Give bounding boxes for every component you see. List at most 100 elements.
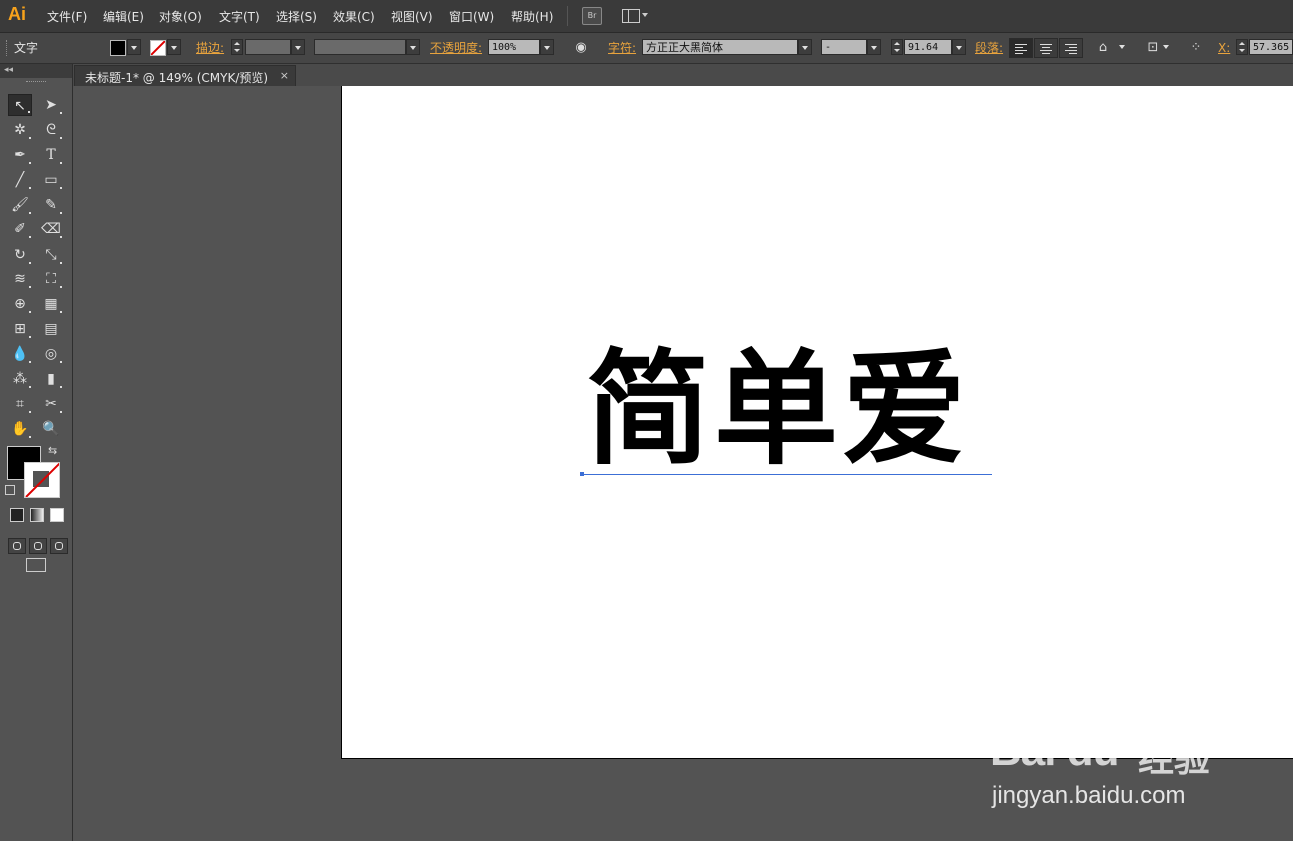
menu-window[interactable]: 窗口(W) bbox=[449, 8, 494, 25]
free-transform-tool-icon[interactable]: ⛶ bbox=[39, 268, 63, 290]
stroke-label[interactable]: 描边: bbox=[196, 39, 224, 57]
menu-type[interactable]: 文字(T) bbox=[219, 8, 260, 25]
grip-icon bbox=[6, 40, 9, 56]
watermark-url: jingyan.baidu.com bbox=[992, 782, 1186, 809]
bridge-button[interactable]: Br bbox=[582, 7, 602, 25]
menu-view[interactable]: 视图(V) bbox=[391, 8, 433, 25]
document-tab[interactable]: 未标题-1* @ 149% (CMYK/预览) × bbox=[74, 65, 296, 86]
text-anchor-point[interactable] bbox=[580, 472, 584, 476]
font-family-dropdown[interactable] bbox=[798, 39, 812, 55]
screen-mode-icon[interactable] bbox=[26, 558, 46, 572]
x-coordinate-stepper[interactable] bbox=[1236, 39, 1248, 55]
menu-bar: Ai 文件(F) 编辑(E) 对象(O) 文字(T) 选择(S) 效果(C) 视… bbox=[0, 0, 1293, 33]
font-style-dropdown[interactable] bbox=[867, 39, 881, 55]
color-mode-icon[interactable] bbox=[10, 508, 24, 522]
workspace-switcher-button[interactable] bbox=[622, 8, 650, 24]
artboard-tool-icon[interactable]: ⌗ bbox=[8, 393, 32, 415]
align-center-button[interactable] bbox=[1034, 38, 1058, 58]
blend-tool-icon[interactable]: ◎ bbox=[39, 343, 63, 365]
variable-width-profile-field[interactable] bbox=[314, 39, 406, 55]
align-right-button[interactable] bbox=[1059, 38, 1083, 58]
reference-point-icon[interactable]: ⊡ bbox=[1145, 40, 1161, 56]
recolor-artwork-icon[interactable]: ◉ bbox=[573, 40, 589, 56]
x-coordinate-field[interactable]: 57.365 bbox=[1249, 39, 1293, 55]
font-family-field[interactable]: 方正正大黑简体 bbox=[642, 39, 798, 55]
close-icon[interactable]: × bbox=[280, 69, 289, 82]
align-left-button[interactable] bbox=[1009, 38, 1033, 58]
stroke-weight-dropdown[interactable] bbox=[291, 39, 305, 55]
app-logo: Ai bbox=[8, 4, 26, 24]
draw-normal-icon[interactable] bbox=[8, 538, 26, 554]
pen-tool-icon[interactable]: ✒ bbox=[8, 144, 32, 166]
paragraph-label[interactable]: 段落: bbox=[975, 39, 1003, 57]
character-label[interactable]: 字符: bbox=[608, 39, 636, 57]
slice-tool-icon[interactable]: ✂ bbox=[39, 393, 63, 415]
draw-inside-icon[interactable] bbox=[50, 538, 68, 554]
watermark-cn-text: 经验 bbox=[1138, 739, 1211, 780]
rectangle-tool-icon[interactable]: ▭ bbox=[39, 169, 63, 191]
width-tool-icon[interactable]: ≋ bbox=[8, 268, 32, 290]
lasso-tool-icon[interactable]: ᘓ bbox=[39, 119, 63, 141]
column-graph-tool-icon[interactable]: ▮ bbox=[39, 368, 63, 390]
x-coordinate-label[interactable]: X: bbox=[1218, 39, 1230, 57]
stroke-weight-field[interactable] bbox=[245, 39, 291, 55]
opacity-dropdown[interactable] bbox=[540, 39, 554, 55]
direct-selection-tool-icon[interactable]: ➤ bbox=[39, 94, 63, 116]
stroke-dropdown[interactable] bbox=[167, 39, 181, 55]
shape-builder-tool-icon[interactable]: ⊕ bbox=[8, 293, 32, 315]
menu-separator bbox=[567, 6, 568, 26]
transform-grid-icon[interactable]: ⁘ bbox=[1188, 40, 1204, 56]
artboard[interactable]: 简单爱 bbox=[341, 86, 1293, 759]
type-tool-icon[interactable]: T bbox=[39, 144, 63, 166]
symbol-sprayer-tool-icon[interactable]: ⁂ bbox=[8, 368, 32, 390]
stroke-color-swatch[interactable] bbox=[150, 40, 166, 56]
opacity-label[interactable]: 不透明度: bbox=[430, 39, 482, 57]
selection-tool-icon[interactable]: ↖ bbox=[8, 94, 32, 116]
line-segment-tool-icon[interactable]: ╱ bbox=[8, 169, 32, 191]
font-size-dropdown[interactable] bbox=[952, 39, 966, 55]
variable-width-dropdown[interactable] bbox=[406, 39, 420, 55]
default-colors-icon[interactable] bbox=[5, 485, 15, 495]
menu-select[interactable]: 选择(S) bbox=[276, 8, 317, 25]
fill-color-swatch[interactable] bbox=[110, 40, 126, 56]
rotate-tool-icon[interactable]: ↻ bbox=[8, 244, 32, 266]
blob-brush-tool-icon[interactable]: ✐ bbox=[8, 218, 32, 240]
reference-point-dropdown[interactable] bbox=[1160, 39, 1174, 55]
hand-tool-icon[interactable]: ✋ bbox=[8, 418, 32, 440]
font-size-field[interactable]: 91.64 bbox=[904, 39, 952, 55]
gradient-tool-icon[interactable]: ▤ bbox=[39, 318, 63, 340]
stroke-color-swatch[interactable] bbox=[24, 462, 60, 498]
eyedropper-tool-icon[interactable]: 💧 bbox=[8, 343, 32, 365]
menu-file[interactable]: 文件(F) bbox=[47, 8, 87, 25]
menu-edit[interactable]: 编辑(E) bbox=[103, 8, 144, 25]
stroke-weight-stepper[interactable] bbox=[231, 39, 243, 55]
baidu-watermark: Bai du 经验 jingyan.baidu.com bbox=[990, 700, 1230, 820]
opacity-field[interactable]: 100% bbox=[488, 39, 540, 55]
pencil-tool-icon[interactable]: ✎ bbox=[39, 194, 63, 216]
envelope-distort-icon[interactable]: ⌂ bbox=[1095, 40, 1111, 56]
gradient-mode-icon[interactable] bbox=[30, 508, 44, 522]
zoom-tool-icon[interactable]: 🔍 bbox=[39, 418, 63, 440]
watermark-logo-text: Bai du bbox=[990, 726, 1119, 775]
envelope-dropdown[interactable] bbox=[1116, 39, 1130, 55]
workspace-layout-icon bbox=[622, 9, 640, 23]
collapse-panel-icon[interactable]: ◂◂ bbox=[4, 65, 13, 75]
artboard-text[interactable]: 简单爱 bbox=[586, 348, 970, 472]
chevron-down-icon bbox=[642, 13, 648, 17]
scale-tool-icon[interactable]: ⤡ bbox=[39, 244, 63, 266]
magic-wand-tool-icon[interactable]: ✲ bbox=[8, 119, 32, 141]
fill-dropdown[interactable] bbox=[127, 39, 141, 55]
none-mode-icon[interactable] bbox=[50, 508, 64, 522]
tools-panel-header: ◂◂ bbox=[0, 64, 72, 82]
font-size-stepper[interactable] bbox=[891, 39, 903, 55]
draw-behind-icon[interactable] bbox=[29, 538, 47, 554]
perspective-grid-tool-icon[interactable]: ▦ bbox=[39, 293, 63, 315]
mesh-tool-icon[interactable]: ⊞ bbox=[8, 318, 32, 340]
paintbrush-tool-icon[interactable]: 🖌 bbox=[8, 194, 32, 216]
menu-help[interactable]: 帮助(H) bbox=[511, 8, 553, 25]
swap-colors-icon[interactable]: ⇆ bbox=[48, 445, 62, 459]
menu-object[interactable]: 对象(O) bbox=[159, 8, 202, 25]
menu-effect[interactable]: 效果(C) bbox=[333, 8, 375, 25]
eraser-tool-icon[interactable]: ⌫ bbox=[39, 218, 63, 240]
font-style-field[interactable]: - bbox=[821, 39, 867, 55]
